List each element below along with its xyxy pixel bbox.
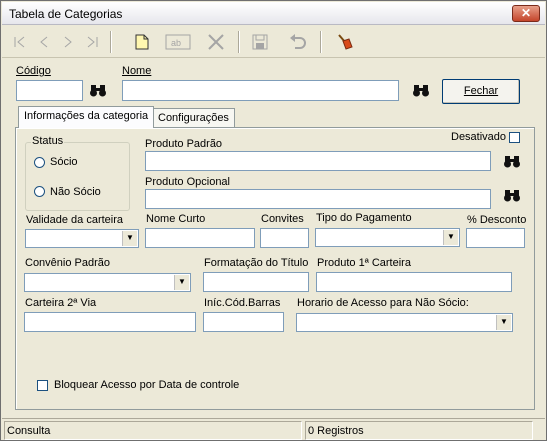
formatacao-label: Formatação do Título [204,257,309,269]
socio-label: Sócio [50,156,78,168]
close-button[interactable]: ✕ [512,5,540,22]
status-group-label: Status [31,135,65,147]
edit-icon-text: ab [171,38,181,48]
previous-record-icon[interactable] [32,30,56,54]
chevron-down-icon[interactable]: ▼ [122,231,137,246]
fechar-button[interactable]: Fechar [442,79,520,104]
edit-icon[interactable]: ab [164,30,192,54]
nome-label: Nome [122,65,152,77]
status-mode: Consulta [4,421,302,440]
search-produto-opcional-icon[interactable] [503,189,521,203]
fechar-label: Fechar [463,85,499,97]
produto-padrao-field[interactable] [145,151,491,171]
inic-cod-barras-label: Iníc.Cód.Barras [204,297,281,309]
nome-curto-label: Nome Curto [146,213,206,225]
toolbar-separator [320,31,322,53]
desativado-label: Desativado [451,131,507,143]
bloquear-checkbox[interactable] [37,380,48,391]
toolbar-separator [238,31,240,53]
clean-icon[interactable] [332,30,356,54]
window-title: Tabela de Categorias [9,7,123,21]
chevron-down-icon[interactable]: ▼ [174,275,189,290]
bloquear-label: Bloquear Acesso por Data de controle [54,379,240,391]
tab-informacoes[interactable]: Informações da categoria [18,106,155,128]
status-records: 0 Registros [305,421,533,440]
produto-opcional-field[interactable] [145,189,491,209]
next-record-icon[interactable] [56,30,80,54]
window: Tabela de Categorias ✕ ab Código Nome Fe… [0,0,547,441]
horario-label: Horario de Acesso para Não Sócio: [297,297,469,309]
search-codigo-icon[interactable] [89,84,107,98]
desativado-checkbox[interactable] [509,132,520,143]
convenio-label: Convênio Padrão [25,257,111,269]
last-record-icon[interactable] [80,30,104,54]
delete-icon[interactable] [204,30,228,54]
nome-field[interactable] [122,80,399,101]
tab-configuracoes[interactable]: Configurações [152,108,235,128]
codigo-field[interactable] [16,80,83,101]
produto-1a-field[interactable] [316,272,512,292]
validade-select[interactable]: ▼ [25,229,139,248]
undo-icon[interactable] [286,30,310,54]
horario-select[interactable]: ▼ [296,313,513,332]
title-bar: Tabela de Categorias ✕ [2,2,545,25]
search-produto-padrao-icon[interactable] [503,155,521,169]
produto-1a-label: Produto 1ª Carteira [317,257,411,269]
status-bar: Consulta 0 Registros [2,418,545,440]
tipo-pagamento-select[interactable]: ▼ [315,228,460,247]
save-icon[interactable] [248,30,272,54]
produto-opcional-label: Produto Opcional [145,176,230,188]
toolbar: ab [2,26,545,58]
validade-label: Validade da carteira [26,214,124,226]
carteira-2a-field[interactable] [24,312,196,332]
convites-label: Convites [261,213,304,225]
convites-field[interactable] [260,228,309,248]
chevron-down-icon[interactable]: ▼ [443,230,458,245]
tipo-pagamento-label: Tipo do Pagamento [316,212,412,224]
search-nome-icon[interactable] [412,84,430,98]
toolbar-separator [110,31,112,53]
codigo-label: Código [16,65,51,77]
inic-cod-barras-field[interactable] [203,312,284,332]
desconto-label: % Desconto [467,214,527,226]
chevron-down-icon[interactable]: ▼ [496,315,511,330]
nao-socio-label: Não Sócio [50,186,101,198]
convenio-select[interactable]: ▼ [24,273,191,292]
first-record-icon[interactable] [8,30,32,54]
carteira-2a-label: Carteira 2ª Via [25,297,97,309]
status-group [25,142,130,211]
desconto-field[interactable] [466,228,525,248]
new-icon[interactable] [130,30,154,54]
produto-padrao-label: Produto Padrão [145,138,223,150]
formatacao-field[interactable] [203,272,309,292]
nao-socio-radio[interactable] [34,186,45,197]
nome-curto-field[interactable] [145,228,255,248]
socio-radio[interactable] [34,157,45,168]
